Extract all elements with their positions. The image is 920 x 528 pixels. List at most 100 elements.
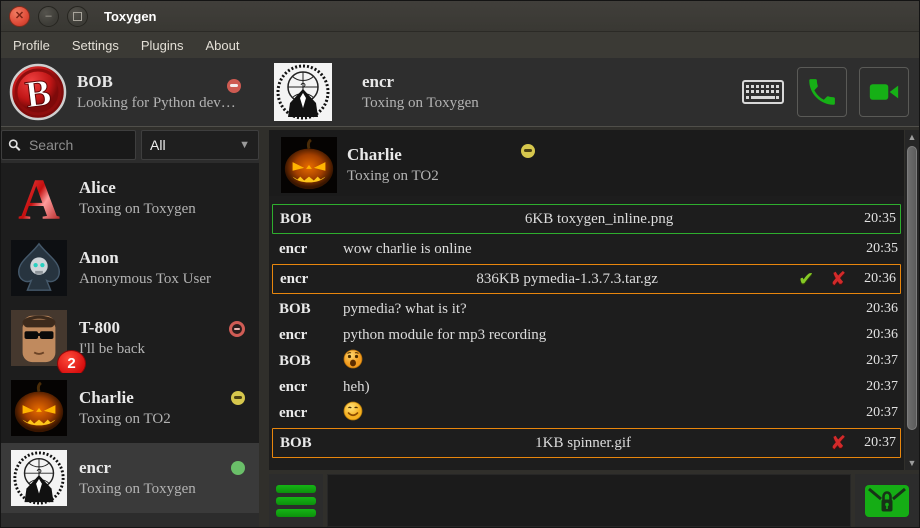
video-call-button[interactable] <box>859 67 909 117</box>
conversation-peer-status: Toxing on TO2 <box>347 168 497 185</box>
composer-bar <box>269 474 919 527</box>
contact-status-message: Toxing on Toxygen <box>79 201 196 218</box>
message-time: 20:37 <box>866 379 898 395</box>
search-row: All ▼ <box>1 130 259 160</box>
audio-call-button[interactable] <box>797 67 847 117</box>
contact-list-item-charlie[interactable]: Charlie Toxing on TO2 <box>1 373 259 443</box>
hamburger-icon <box>276 485 316 493</box>
video-camera-icon <box>867 75 901 109</box>
file-transfer-label: 1KB spinner.gif <box>344 435 822 452</box>
decline-transfer-button[interactable]: ✘ <box>830 434 846 453</box>
minimize-icon: – <box>45 11 51 22</box>
search-input[interactable] <box>27 136 129 154</box>
spade-skull-avatar <box>11 240 67 296</box>
message-text: heh) <box>343 379 856 396</box>
chat-menu-button[interactable] <box>269 474 323 527</box>
bob-avatar: B <box>9 63 67 121</box>
message-text: python module for mp3 recording <box>343 327 856 344</box>
message-sender: BOB <box>280 211 344 228</box>
top-panel: B BOB Looking for Python dev… ? encr Tox… <box>1 58 919 127</box>
contact-list-item-encr[interactable]: ? encr Toxing on Toxygen <box>1 443 259 513</box>
main-area: All ▼ A Alice Toxing on Toxygen Anon Ano… <box>1 127 919 527</box>
message-time: 20:37 <box>866 353 898 369</box>
scrollbar-track[interactable] <box>905 144 919 456</box>
message-sender: BOB <box>279 353 343 370</box>
scrollbar-thumb[interactable] <box>907 146 917 430</box>
message-sender: BOB <box>280 435 344 452</box>
message-sender: encr <box>279 327 343 344</box>
accept-transfer-button[interactable]: ✔ <box>798 270 814 289</box>
call-controls <box>741 67 909 117</box>
contact-list-item-anon[interactable]: Anon Anonymous Tox User <box>1 233 259 303</box>
chevron-down-icon: ▼ <box>239 139 250 151</box>
menu-settings[interactable]: Settings <box>72 38 119 53</box>
contact-name: Anon <box>79 248 211 268</box>
self-name: BOB <box>77 72 227 92</box>
contact-status-message: Toxing on TO2 <box>79 411 171 428</box>
svg-text:B: B <box>23 72 53 117</box>
pumpkin-avatar <box>11 380 67 436</box>
search-icon <box>8 137 21 153</box>
pumpkin-avatar <box>281 137 337 193</box>
message-history: BOB 6KB toxygen_inline.png 20:35 encr wo… <box>269 196 904 470</box>
away-status-icon <box>521 144 535 158</box>
contact-name: Alice <box>79 178 196 198</box>
letter-a-avatar: A <box>11 170 67 226</box>
titlebar: ✕ – Toxygen <box>1 1 919 32</box>
file-transfer-row[interactable]: encr 836KB pymedia-1.3.7.3.tar.gz ✔✘20:3… <box>272 264 901 294</box>
phone-icon <box>805 75 839 109</box>
message-sender: BOB <box>279 301 343 318</box>
contact-list-item-t-800[interactable]: 2 T-800 I'll be back <box>1 303 259 373</box>
peer-status-message: Toxing on Toxygen <box>362 95 479 112</box>
peer-name: encr <box>362 72 479 92</box>
message-row: encr python module for mp3 recording 20:… <box>269 322 904 348</box>
message-row: BOB pymedia? what is it? 20:36 <box>269 296 904 322</box>
menubar: Profile Settings Plugins About <box>1 32 919 58</box>
menu-about[interactable]: About <box>205 38 239 53</box>
message-row: BOB 20:37 <box>269 348 904 374</box>
message-time: 20:37 <box>864 435 896 451</box>
message-time: 20:35 <box>866 241 898 257</box>
chat-scrollbar[interactable]: ▲ ▼ <box>905 130 919 470</box>
send-message-button[interactable] <box>855 474 919 527</box>
file-transfer-row[interactable]: BOB 1KB spinner.gif ✘ 20:37 <box>272 428 901 458</box>
message-sender: encr <box>280 271 344 288</box>
toxygen-window: ✕ – Toxygen Profile Settings Plugins Abo… <box>0 0 920 528</box>
contact-status-message: Toxing on Toxygen <box>79 481 196 498</box>
keyboard-icon[interactable] <box>741 77 785 107</box>
scroll-down-icon[interactable]: ▼ <box>908 456 917 470</box>
contact-name: T-800 <box>79 318 145 338</box>
online-status-icon <box>231 461 245 475</box>
terminator-avatar: 2 <box>11 310 67 366</box>
filter-selected-value: All <box>150 137 166 153</box>
menu-profile[interactable]: Profile <box>13 38 50 53</box>
sidebar: All ▼ A Alice Toxing on Toxygen Anon Ano… <box>1 130 259 527</box>
close-icon: ✕ <box>15 11 24 22</box>
smile-emoji <box>343 401 363 421</box>
away-status-icon <box>231 391 245 405</box>
file-transfer-label: 6KB toxygen_inline.png <box>344 211 854 228</box>
message-row: encr 20:37 <box>269 400 904 426</box>
svg-text:A: A <box>18 170 60 226</box>
search-box[interactable] <box>1 130 136 160</box>
menu-plugins[interactable]: Plugins <box>141 38 184 53</box>
contact-filter-dropdown[interactable]: All ▼ <box>141 130 259 160</box>
message-time: 20:36 <box>866 301 898 317</box>
message-input[interactable] <box>327 474 851 527</box>
minimize-window-button[interactable]: – <box>38 6 59 27</box>
close-window-button[interactable]: ✕ <box>9 6 30 27</box>
window-title: Toxygen <box>104 9 157 24</box>
conversation-peer-item[interactable]: Charlie Toxing on TO2 <box>269 130 904 196</box>
decline-transfer-button[interactable]: ✘ <box>830 270 846 289</box>
contact-status-message: Anonymous Tox User <box>79 271 211 288</box>
message-time: 20:36 <box>864 271 896 287</box>
maximize-window-button[interactable] <box>67 6 88 27</box>
self-status-message: Looking for Python dev… <box>77 95 227 112</box>
message-time: 20:36 <box>866 327 898 343</box>
file-transfer-row[interactable]: BOB 6KB toxygen_inline.png 20:35 <box>272 204 901 234</box>
conversation-peer-name: Charlie <box>347 145 497 165</box>
scroll-up-icon[interactable]: ▲ <box>908 130 917 144</box>
message-row: encr wow charlie is online 20:35 <box>269 236 904 262</box>
contact-list-item-alice[interactable]: A Alice Toxing on Toxygen <box>1 163 259 233</box>
self-profile[interactable]: B BOB Looking for Python dev… <box>1 63 259 121</box>
